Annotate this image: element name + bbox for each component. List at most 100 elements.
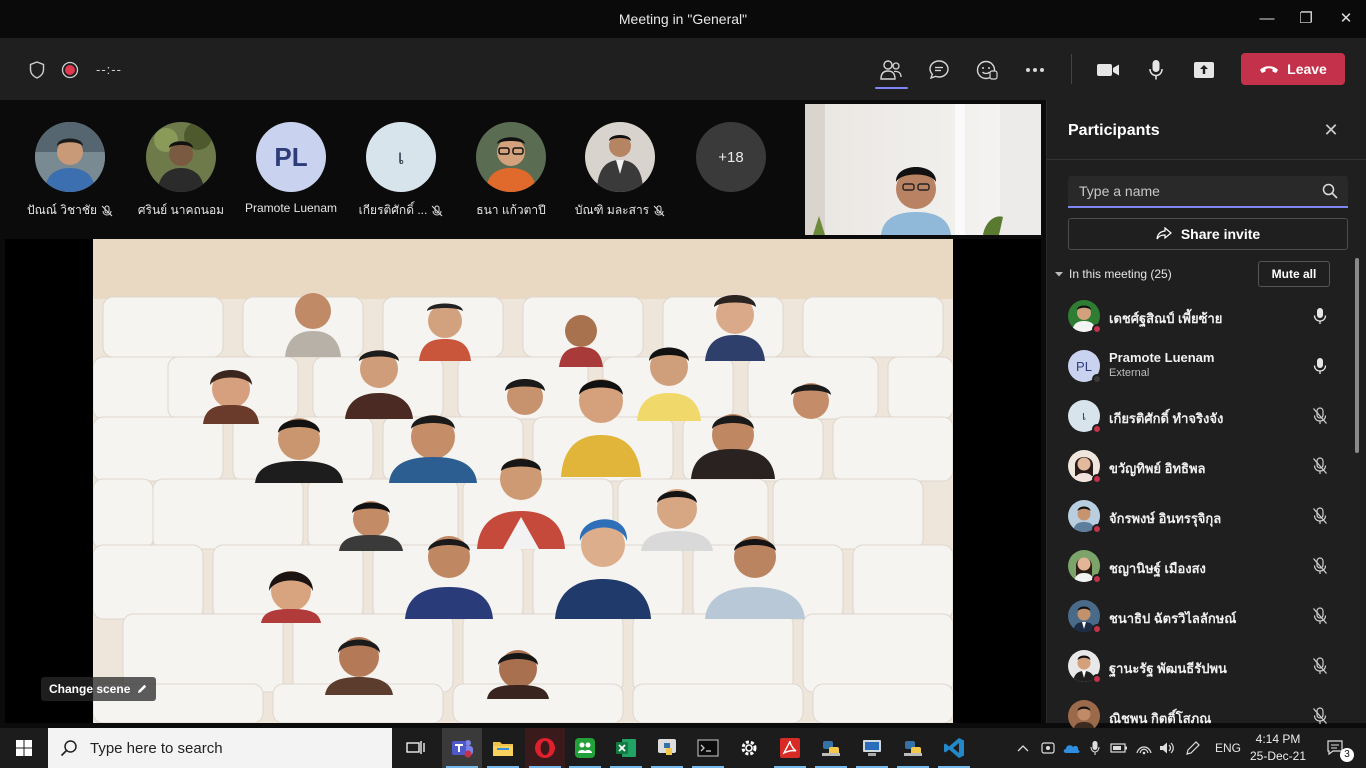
list-item[interactable]: จักรพงษ์ อินทรรุจิกุล (1047, 496, 1352, 546)
presence-busy-icon (1092, 674, 1102, 684)
volume-icon[interactable] (1156, 728, 1178, 768)
participants-panel: Participants ✕ Share invite In this meet… (1046, 100, 1366, 732)
muted-mic-icon[interactable] (1312, 557, 1328, 575)
taskbar-search-box[interactable]: Type here to search (48, 728, 392, 768)
minimize-button[interactable]: — (1255, 8, 1279, 30)
line-app-icon[interactable] (565, 728, 605, 768)
excel-icon[interactable] (606, 728, 646, 768)
more-participants-button[interactable]: +18 (696, 122, 766, 192)
camera-icon[interactable] (1095, 57, 1121, 83)
change-scene-button[interactable]: Change scene (41, 677, 157, 701)
muted-mic-icon[interactable] (1312, 707, 1328, 725)
chat-icon[interactable] (926, 57, 952, 83)
presence-busy-icon (1092, 324, 1102, 334)
mute-all-button[interactable]: Mute all (1258, 261, 1330, 287)
people-icon[interactable] (878, 57, 904, 83)
participant-tile[interactable]: ศรินย์ นาคถนอม (126, 122, 236, 220)
together-mode-scene (93, 239, 953, 723)
taskbar-clock[interactable]: 4:14 PM 25-Dec-21 (1245, 731, 1311, 765)
share-screen-icon[interactable] (1191, 57, 1217, 83)
microphone-icon[interactable] (1143, 57, 1169, 83)
share-icon (1156, 227, 1172, 240)
participant-avatar (1068, 550, 1102, 584)
python-shell-icon[interactable] (893, 728, 933, 768)
panel-scrollbar[interactable] (1355, 258, 1359, 453)
teams-app-icon[interactable] (442, 728, 482, 768)
muted-mic-icon[interactable] (1312, 507, 1328, 525)
participant-tile[interactable]: ปัณณ์ วิชาชัย (15, 122, 125, 220)
show-hidden-icons-chevron-icon[interactable] (1014, 728, 1032, 768)
share-invite-label: Share invite (1180, 226, 1261, 242)
more-options-icon[interactable] (1022, 57, 1048, 83)
participant-avatar: เ (1068, 400, 1102, 434)
close-window-button[interactable]: ✕ (1334, 8, 1358, 30)
presence-busy-icon (1092, 624, 1102, 634)
participant-tile[interactable]: บัณฑิ มละสาร (565, 122, 675, 220)
muted-mic-icon[interactable] (1312, 407, 1328, 425)
python-idle-icon[interactable] (811, 728, 851, 768)
participant-tile[interactable]: เ เกียรติศักดิ์ ... (346, 122, 456, 220)
reactions-icon[interactable] (974, 57, 1000, 83)
participant-name: บัณฑิ มละสาร (574, 203, 650, 217)
participant-gallery: ปัณณ์ วิชาชัย ศรินย์ นาคถนอม PL Pramote … (0, 100, 800, 236)
share-invite-button[interactable]: Share invite (1068, 218, 1348, 250)
muted-mic-icon (431, 205, 443, 216)
participant-tile[interactable]: PL Pramote Luenam (236, 122, 346, 215)
onedrive-cloud-icon[interactable] (1060, 728, 1082, 768)
microphone-icon[interactable] (1312, 357, 1328, 375)
close-panel-icon[interactable]: ✕ (1321, 120, 1341, 140)
input-language-indicator[interactable]: ENG (1211, 728, 1245, 768)
wifi-icon[interactable] (1133, 728, 1155, 768)
muted-mic-icon[interactable] (1312, 657, 1328, 675)
participant-avatar (476, 122, 546, 192)
participant-search-input[interactable] (1068, 176, 1308, 206)
muted-mic-icon[interactable] (1312, 607, 1328, 625)
participant-tile[interactable]: ธนา แก้วตาปี (456, 122, 566, 220)
list-item[interactable]: PL Pramote Luenam External (1047, 346, 1352, 396)
vscode-icon[interactable] (934, 728, 974, 768)
muted-mic-icon[interactable] (1312, 457, 1328, 475)
in-meeting-section-toggle[interactable]: In this meeting (25) (1055, 267, 1172, 281)
leave-button[interactable]: Leave (1241, 53, 1345, 85)
shield-icon[interactable] (24, 57, 50, 83)
opera-browser-icon[interactable] (525, 728, 565, 768)
settings-gear-icon[interactable] (729, 728, 769, 768)
participant-name: ธนา แก้วตาปี (476, 203, 546, 217)
in-meeting-label: In this meeting (25) (1069, 267, 1172, 281)
muted-mic-icon (101, 205, 113, 216)
panel-title: Participants (1068, 122, 1160, 139)
terminal-icon[interactable] (688, 728, 728, 768)
microphone-icon[interactable] (1312, 307, 1328, 325)
participant-avatar (1068, 450, 1102, 484)
clock-date: 25-Dec-21 (1249, 749, 1307, 763)
list-item[interactable]: ชญานิษฐ์ เมืองสง (1047, 546, 1352, 596)
participant-initials: เ (397, 147, 405, 169)
action-center-icon[interactable]: 3 (1318, 728, 1354, 768)
remote-desktop-icon[interactable] (852, 728, 892, 768)
participant-name: ปัณณ์ วิชาชัย (26, 203, 97, 217)
list-item[interactable]: ฐานะรัฐ พัฒนธีรัปพน (1047, 646, 1352, 696)
tray-microphone-icon[interactable] (1085, 728, 1105, 768)
list-item[interactable]: เดชศ์ฐสิณป์ เพี้ยซ้าย (1047, 296, 1352, 346)
python-icon[interactable] (647, 728, 687, 768)
acrobat-reader-icon[interactable] (770, 728, 810, 768)
participant-name: Pramote Luenam (1109, 350, 1215, 365)
file-explorer-icon[interactable] (483, 728, 523, 768)
windows-start-icon[interactable] (4, 728, 44, 768)
maximize-button[interactable]: ❐ (1294, 8, 1318, 30)
battery-icon[interactable] (1108, 728, 1130, 768)
recording-icon (57, 57, 83, 83)
participant-initials: PL (274, 141, 308, 172)
list-item[interactable]: เ เกียรติศักดิ์ ทำจริงจัง (1047, 396, 1352, 446)
list-item[interactable]: ชนาธิป ฉัตรวิไลลักษณ์ (1047, 596, 1352, 646)
window-title: Meeting in "General" (618, 11, 748, 27)
participant-name: ศรินย์ นาคถนอม (137, 203, 225, 217)
list-item[interactable]: ขวัญทิพย์ อิทธิพล (1047, 446, 1352, 496)
task-view-icon[interactable] (396, 728, 436, 768)
pen-workspace-icon[interactable] (1181, 728, 1205, 768)
taskbar-search-placeholder: Type here to search (90, 739, 223, 757)
participant-search[interactable] (1068, 176, 1348, 208)
search-icon[interactable] (1322, 183, 1338, 199)
muted-mic-icon (653, 205, 665, 216)
teams-tray-camera-icon[interactable] (1038, 728, 1058, 768)
